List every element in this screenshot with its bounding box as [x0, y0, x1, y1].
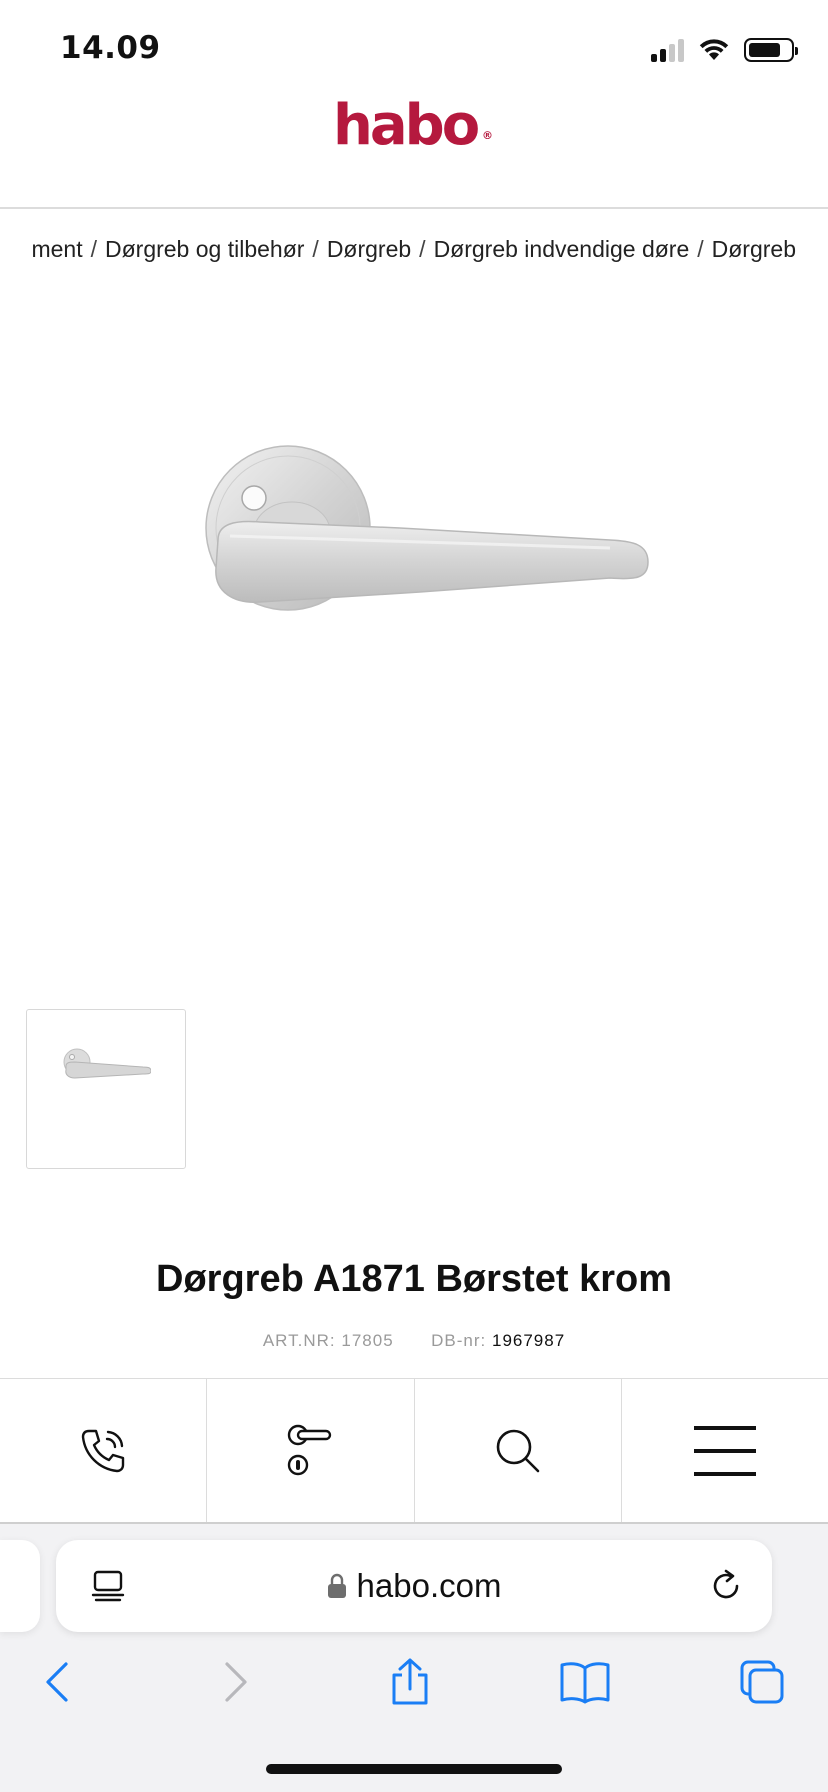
phone-icon — [81, 1429, 125, 1472]
chevron-left-icon — [46, 1662, 68, 1702]
share-button[interactable] — [380, 1652, 440, 1712]
breadcrumb-item-current[interactable]: Dørgreb — [712, 236, 796, 262]
art-nr-value: 17805 — [341, 1331, 394, 1350]
breadcrumb-item[interactable]: Dørgreb — [327, 236, 411, 262]
breadcrumb-item[interactable]: Dørgreb og tilbehør — [105, 236, 304, 262]
tabs-icon — [740, 1660, 784, 1704]
product-image[interactable] — [200, 440, 660, 630]
tabs-button[interactable] — [732, 1652, 792, 1712]
search-icon — [496, 1429, 539, 1472]
art-nr-label: ART.NR: — [262, 1331, 336, 1350]
db-nr-value: 1967987 — [491, 1331, 566, 1350]
bottom-navigation — [0, 1378, 828, 1524]
breadcrumb-separator: / — [90, 236, 97, 262]
url-text: habo.com — [356, 1567, 502, 1604]
browser-toolbar — [0, 1652, 828, 1712]
chevron-right-icon — [225, 1662, 247, 1702]
product-meta: ART.NR: 17805 DB-nr: 1967987 — [0, 1331, 828, 1351]
browser-chrome: habo.com — [0, 1524, 828, 1792]
product-thumbnail[interactable] — [26, 1009, 186, 1169]
door-handle-icon — [288, 1424, 332, 1475]
menu-icon — [693, 1425, 756, 1476]
back-button[interactable] — [27, 1652, 87, 1712]
address-bar[interactable]: habo.com — [56, 1540, 772, 1632]
product-title: Dørgreb A1871 Børstet krom — [156, 1258, 672, 1300]
url-display[interactable]: habo.com — [56, 1540, 772, 1632]
nav-menu-button[interactable] — [622, 1379, 828, 1522]
site-header: habo ® — [0, 96, 828, 209]
thumbnail-image — [63, 1048, 151, 1079]
nav-search-button[interactable] — [415, 1379, 622, 1522]
battery-icon — [744, 38, 798, 62]
nav-phone-button[interactable] — [0, 1379, 208, 1522]
lock-icon — [327, 1573, 346, 1598]
status-time: 14.09 — [60, 30, 161, 66]
nav-products-button[interactable] — [207, 1379, 415, 1522]
status-icons — [651, 36, 798, 64]
reload-icon[interactable] — [708, 1568, 744, 1604]
breadcrumb-item[interactable]: ment — [31, 236, 82, 262]
share-icon — [392, 1658, 428, 1705]
wifi-icon — [699, 39, 729, 60]
db-nr-label: DB-nr: — [431, 1331, 487, 1350]
book-icon — [560, 1662, 610, 1704]
breadcrumb-separator: / — [419, 236, 426, 262]
breadcrumb-separator: / — [697, 236, 704, 262]
breadcrumb: ment / Dørgreb og tilbehør / Dørgreb / Dørgreb… — [31, 236, 796, 263]
forward-button[interactable] — [206, 1652, 266, 1712]
breadcrumb-item[interactable]: Dørgreb indvendige døre — [434, 236, 690, 262]
previous-tab-preview[interactable] — [0, 1540, 40, 1632]
home-indicator — [266, 1764, 562, 1774]
cellular-signal-icon — [651, 38, 684, 62]
status-bar: 14.09 — [0, 0, 828, 96]
habo-logo[interactable]: habo ® — [333, 96, 493, 156]
breadcrumb-separator: / — [312, 236, 319, 262]
bookmarks-button[interactable] — [555, 1652, 615, 1712]
logo-text: habo — [333, 93, 480, 158]
registered-mark: ® — [482, 129, 493, 142]
